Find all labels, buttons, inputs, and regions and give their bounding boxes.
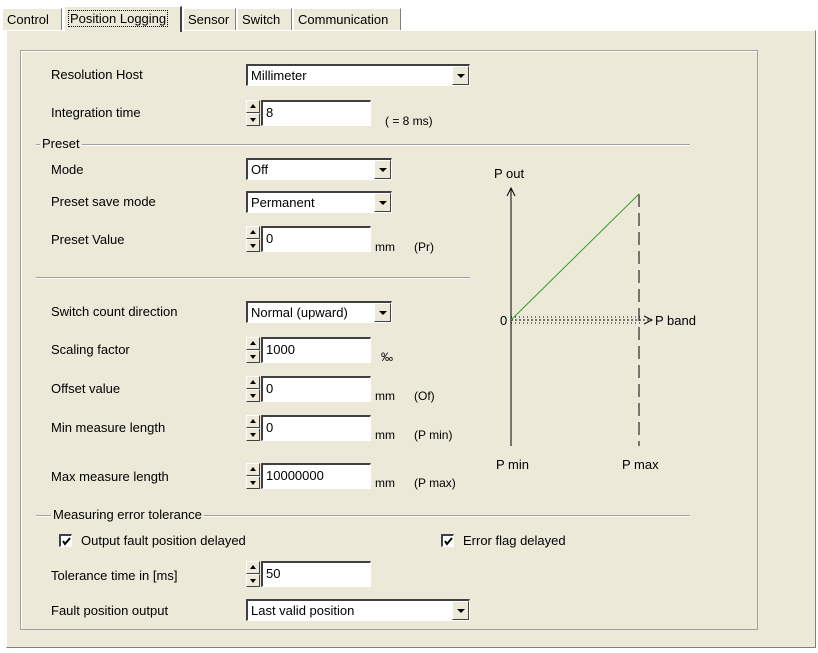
offset-value-spinner[interactable]: [246, 376, 260, 402]
tab-bar: Control Position Logging Sensor Switch C…: [0, 0, 818, 32]
fault-position-output-label: Fault position output: [51, 603, 169, 618]
min-measure-length-input[interactable]: 0: [261, 415, 371, 441]
preset-value-value: 0: [266, 231, 274, 246]
chevron-down-icon[interactable]: [452, 601, 469, 620]
max-measure-length-input[interactable]: 10000000: [261, 463, 371, 489]
scaling-factor-unit: ‰: [381, 350, 393, 364]
spin-up-icon[interactable]: [246, 415, 260, 428]
checkmark-icon: [444, 537, 453, 546]
max-measure-length-unit: mm: [375, 476, 395, 490]
output-fault-delayed-checkbox[interactable]: [59, 534, 72, 547]
min-measure-length-unit: mm: [375, 428, 395, 442]
tolerance-time-label: Tolerance time in [ms]: [51, 568, 178, 583]
max-measure-length-abbr: (P max): [414, 476, 456, 490]
integration-time-spinner[interactable]: [246, 100, 260, 126]
preset-value-unit: mm: [375, 240, 395, 254]
resolution-host-label: Resolution Host: [51, 67, 143, 82]
integration-time-value: 8: [266, 105, 274, 120]
tab-label: Sensor: [188, 12, 230, 27]
preset-value-label: Preset Value: [51, 232, 125, 247]
scaling-factor-input[interactable]: 1000: [261, 337, 371, 363]
spin-up-icon[interactable]: [246, 376, 260, 389]
spin-up-icon[interactable]: [246, 561, 260, 574]
spin-down-icon[interactable]: [246, 574, 260, 587]
tab-label: Switch: [242, 12, 281, 27]
spin-up-icon[interactable]: [246, 100, 260, 113]
preset-mode-label: Mode: [51, 162, 84, 177]
integration-time-input[interactable]: 8: [261, 100, 371, 126]
integration-time-label: Integration time: [51, 105, 141, 120]
tab-switch[interactable]: Switch: [237, 8, 292, 30]
switch-count-direction-label: Switch count direction: [51, 304, 178, 319]
preset-value-spinner[interactable]: [246, 226, 260, 252]
tab-label: Communication: [298, 12, 389, 27]
spin-down-icon[interactable]: [246, 239, 260, 252]
max-measure-length-value: 10000000: [266, 468, 324, 483]
tolerance-time-spinner[interactable]: [246, 561, 260, 587]
resolution-host-select[interactable]: Millimeter: [246, 64, 470, 86]
checkmark-icon: [62, 537, 71, 546]
offset-value-label: Offset value: [51, 381, 121, 396]
spin-up-icon[interactable]: [246, 337, 260, 350]
scaling-factor-value: 1000: [266, 342, 295, 357]
scaling-factor-label: Scaling factor: [51, 342, 130, 357]
fault-position-output-value: Last valid position: [251, 603, 355, 618]
output-fault-delayed-label[interactable]: Output fault position delayed: [81, 533, 246, 549]
integration-time-note: ( = 8 ms): [385, 114, 433, 128]
tab-label: Control: [7, 12, 49, 27]
output-slope-line: [510, 193, 640, 321]
tab-communication[interactable]: Communication: [293, 8, 401, 30]
preset-group-label: Preset: [40, 136, 82, 152]
preset-save-mode-value: Permanent: [251, 195, 315, 210]
preset-group-line: [36, 144, 690, 146]
spin-down-icon[interactable]: [246, 113, 260, 126]
chevron-down-icon[interactable]: [452, 66, 469, 85]
min-measure-length-spinner[interactable]: [246, 415, 260, 441]
max-measure-length-spinner[interactable]: [246, 463, 260, 489]
position-diagram: [506, 186, 654, 446]
preset-mode-value: Off: [251, 162, 269, 177]
tab-label: Position Logging: [67, 10, 169, 27]
error-tolerance-group-label: Measuring error tolerance: [51, 507, 204, 523]
switch-count-direction-select[interactable]: Normal (upward): [246, 301, 392, 323]
preset-value-input[interactable]: 0: [261, 226, 371, 252]
chevron-down-icon[interactable]: [374, 303, 391, 322]
preset-save-mode-select[interactable]: Permanent: [246, 191, 392, 213]
section-divider: [36, 277, 470, 279]
error-flag-delayed-checkbox[interactable]: [441, 534, 454, 547]
resolution-host-value: Millimeter: [251, 68, 307, 83]
preset-value-abbr: (Pr): [414, 240, 434, 254]
tolerance-time-value: 50: [266, 566, 281, 581]
preset-save-mode-label: Preset save mode: [51, 194, 156, 209]
spin-down-icon[interactable]: [246, 476, 260, 489]
tab-sensor[interactable]: Sensor: [183, 8, 236, 30]
chevron-down-icon[interactable]: [374, 193, 391, 212]
tab-control[interactable]: Control: [2, 8, 62, 30]
switch-count-direction-value: Normal (upward): [251, 305, 348, 320]
spin-down-icon[interactable]: [246, 389, 260, 402]
offset-value-value: 0: [266, 381, 274, 396]
spin-up-icon[interactable]: [246, 463, 260, 476]
tab-position-logging[interactable]: Position Logging: [64, 6, 182, 32]
offset-value-unit: mm: [375, 389, 395, 403]
preset-mode-select[interactable]: Off: [246, 158, 392, 180]
spin-down-icon[interactable]: [246, 428, 260, 441]
min-measure-length-value: 0: [266, 420, 274, 435]
scaling-factor-spinner[interactable]: [246, 337, 260, 363]
tolerance-time-input[interactable]: 50: [261, 561, 371, 587]
offset-value-input[interactable]: 0: [261, 376, 371, 402]
spin-down-icon[interactable]: [246, 350, 260, 363]
error-flag-delayed-label[interactable]: Error flag delayed: [463, 533, 566, 549]
min-measure-length-abbr: (P min): [414, 428, 453, 442]
chevron-down-icon[interactable]: [374, 160, 391, 179]
offset-value-abbr: (Of): [414, 389, 435, 403]
max-measure-length-label: Max measure length: [51, 469, 169, 484]
min-measure-length-label: Min measure length: [51, 420, 166, 435]
spin-up-icon[interactable]: [246, 226, 260, 239]
fault-position-output-select[interactable]: Last valid position: [246, 599, 470, 621]
